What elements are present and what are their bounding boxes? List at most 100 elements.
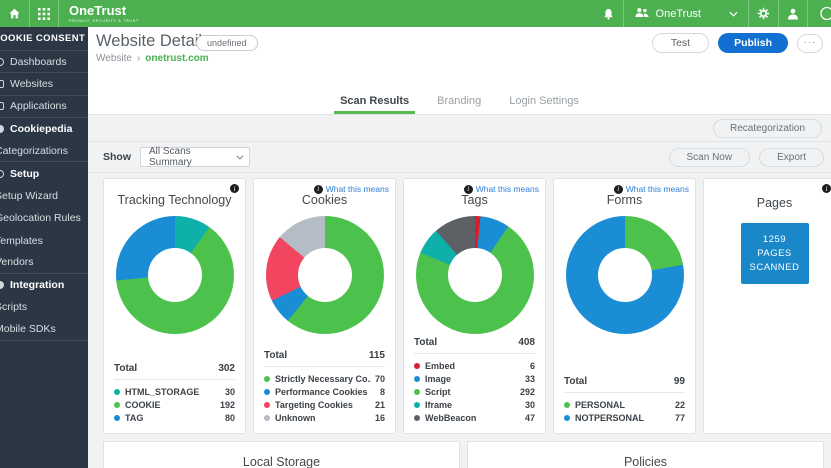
gear-icon[interactable] xyxy=(749,0,778,27)
recategorization-row: Recategorization xyxy=(88,115,831,142)
sidebar-item-categorizations[interactable]: Categorizations xyxy=(0,140,88,162)
sidebar-item-label: Applications xyxy=(10,100,67,112)
what-this-means-link[interactable]: What this means xyxy=(626,184,689,194)
setup-icon xyxy=(0,170,8,178)
divider xyxy=(414,353,535,354)
total-label: Total xyxy=(414,337,437,348)
legend: HTML_STORAGE30COOKIE192TAG80 xyxy=(104,385,245,424)
pages-card: i Pages 1259 PAGES SCANNED xyxy=(703,178,831,434)
legend-value: 21 xyxy=(375,400,385,410)
legend-label: Strictly Necessary Co... xyxy=(275,374,371,384)
tags-card: i What this means Tags Total 408 Embed6I… xyxy=(403,178,546,434)
pages-scanned-line2: PAGES xyxy=(757,248,792,259)
sidebar-item-dashboards[interactable]: Dashboards xyxy=(0,51,88,73)
sidebar-item-templates[interactable]: Templates xyxy=(0,229,88,251)
legend-item: Targeting Cookies21 xyxy=(254,398,395,411)
info-icon[interactable]: i xyxy=(230,184,239,193)
pages-scanned-count: 1259 xyxy=(763,234,786,245)
export-button[interactable]: Export xyxy=(759,148,824,167)
legend: Strictly Necessary Co...70Performance Co… xyxy=(254,372,395,424)
what-this-means-link[interactable]: What this means xyxy=(476,184,539,194)
publish-button[interactable]: Publish xyxy=(718,33,788,53)
test-button[interactable]: Test xyxy=(652,33,709,53)
home-icon[interactable] xyxy=(0,0,29,27)
total-value: 302 xyxy=(218,363,235,374)
scan-summary-select[interactable]: All Scans Summary xyxy=(140,147,250,167)
legend-label: COOKIE xyxy=(125,400,216,410)
pages-scanned-line3: SCANNED xyxy=(750,262,800,273)
sidebar-item-cookiepedia[interactable]: Cookiepedia xyxy=(0,118,88,140)
tab-bar: Scan Results Branding Login Settings xyxy=(88,88,831,115)
chevron-down-icon xyxy=(236,152,243,159)
breadcrumb-current[interactable]: onetrust.com xyxy=(145,53,208,64)
legend-value: 6 xyxy=(530,361,535,371)
tab-scan-results[interactable]: Scan Results xyxy=(338,88,411,114)
legend: PERSONAL22NOTPERSONAL77 xyxy=(554,398,695,424)
sidebar-item-integration[interactable]: Integration xyxy=(0,274,88,296)
cookies-donut-chart[interactable] xyxy=(266,216,384,334)
info-icon[interactable]: i xyxy=(822,184,831,193)
legend-dot xyxy=(264,415,270,421)
scan-now-button[interactable]: Scan Now xyxy=(669,148,751,167)
policies-card: Policies ✓ PRIVACY POLICY xyxy=(467,441,824,468)
legend-dot xyxy=(564,415,570,421)
help-icon[interactable] xyxy=(808,0,831,27)
total-value: 99 xyxy=(674,376,685,387)
legend-dot xyxy=(114,402,120,408)
legend-item: Unknown16 xyxy=(254,411,395,424)
info-icon: i xyxy=(614,185,623,194)
legend-item: Iframe30 xyxy=(404,398,545,411)
legend-item: Strictly Necessary Co... 70 xyxy=(254,372,395,385)
onetrust-logo: OneTrust PRIVACY, SECURITY & TRUST xyxy=(59,0,149,27)
sidebar-item-mobile-sdks[interactable]: Mobile SDKs xyxy=(0,319,88,341)
sidebar-item-setup-wizard[interactable]: Setup Wizard xyxy=(0,185,88,207)
total-value: 115 xyxy=(369,350,385,361)
user-icon[interactable] xyxy=(779,0,807,27)
legend-value: 70 xyxy=(375,374,385,384)
total-row: Total 302 xyxy=(104,363,245,374)
apps-grid-icon[interactable] xyxy=(30,0,58,27)
legend-dot xyxy=(264,376,270,382)
org-selector[interactable]: OneTrust xyxy=(624,0,748,27)
legend-label: PERSONAL xyxy=(575,400,671,410)
sidebar-item-label: Setup xyxy=(10,168,39,180)
sidebar-item-vendors[interactable]: Vendors xyxy=(0,252,88,274)
sidebar-item-label: Cookiepedia xyxy=(10,123,72,135)
sidebar-item-label: Setup Wizard xyxy=(0,190,58,202)
tab-login-settings[interactable]: Login Settings xyxy=(507,88,581,114)
legend-dot xyxy=(414,376,420,382)
top-bar: OneTrust PRIVACY, SECURITY & TRUST OneTr… xyxy=(0,0,831,27)
forms-donut-chart[interactable] xyxy=(566,216,684,334)
tab-branding[interactable]: Branding xyxy=(435,88,483,114)
pages-scanned-box: 1259 PAGES SCANNED xyxy=(741,223,809,284)
legend-label: Unknown xyxy=(275,413,371,423)
what-this-means-link[interactable]: What this means xyxy=(326,184,389,194)
sidebar-item-websites[interactable]: Websites xyxy=(0,73,88,95)
legend-label: WebBeacon xyxy=(425,413,521,423)
scan-summary-selected-value: All Scans Summary xyxy=(149,146,236,168)
sidebar-nav: Dashboards Websites Applications Cookiepedi… xyxy=(0,51,88,341)
more-options-button[interactable]: ··· xyxy=(797,34,823,53)
breadcrumb-separator: › xyxy=(137,53,140,64)
sidebar-item-setup[interactable]: Setup xyxy=(0,162,88,184)
tracking-technology-donut-chart[interactable] xyxy=(116,216,234,334)
notifications-bell-icon[interactable] xyxy=(594,0,623,27)
sidebar-item-label: Scripts xyxy=(0,301,27,313)
card-title: Tags xyxy=(404,193,545,207)
sidebar-item-applications[interactable]: Applications xyxy=(0,96,88,118)
breadcrumb-parent[interactable]: Website xyxy=(96,53,132,64)
recategorization-button[interactable]: Recategorization xyxy=(713,119,822,138)
sidebar-item-scripts[interactable]: Scripts xyxy=(0,296,88,318)
total-row: Total 408 xyxy=(404,337,545,348)
tracking-technology-card: i Tracking Technology Total 302 HTML_STO… xyxy=(103,178,246,434)
legend-item: COOKIE192 xyxy=(104,398,245,411)
page-title: Website Details xyxy=(96,32,210,51)
show-filter-row: Show All Scans Summary Scan Now Export xyxy=(88,142,831,173)
legend-dot xyxy=(414,363,420,369)
tags-donut-chart[interactable] xyxy=(416,216,534,334)
sidebar-item-geolocation-rules[interactable]: Geolocation Rules xyxy=(0,207,88,229)
sidebar-item-label: Dashboards xyxy=(10,56,67,68)
legend-label: NOTPERSONAL xyxy=(575,413,671,423)
legend-dot xyxy=(564,402,570,408)
org-people-icon xyxy=(634,7,650,21)
